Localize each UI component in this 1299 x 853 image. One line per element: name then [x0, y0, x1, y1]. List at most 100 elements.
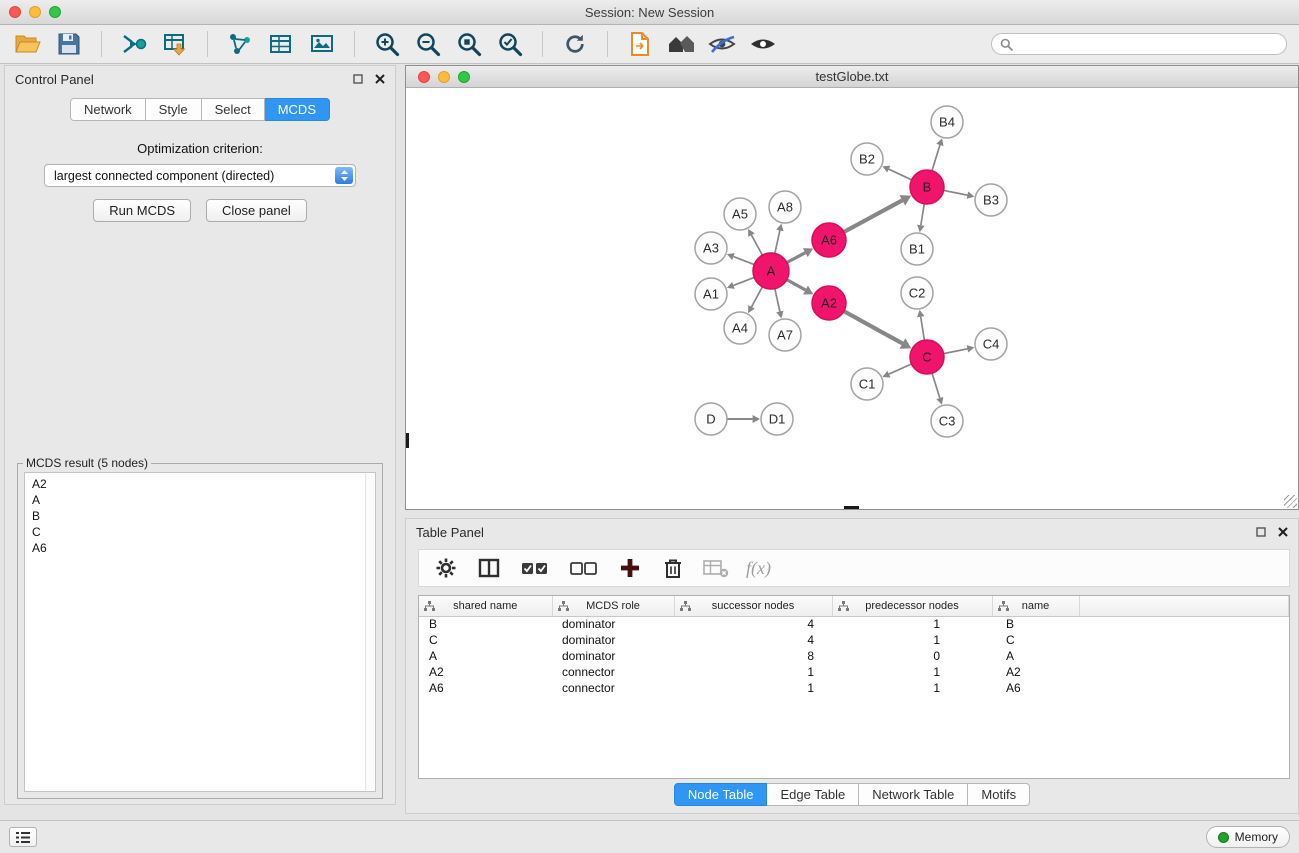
network-edge[interactable]: [733, 257, 754, 265]
minimize-button[interactable]: [29, 6, 41, 18]
network-node-C2[interactable]: C2: [901, 277, 933, 309]
network-node-mcds-A6[interactable]: A6: [812, 223, 846, 257]
panel-menu-button[interactable]: [9, 827, 37, 847]
network-edge[interactable]: [733, 277, 754, 285]
close-panel-button[interactable]: Close panel: [206, 199, 307, 222]
zoom-fit-button[interactable]: [453, 28, 485, 60]
column-header-predecessor-nodes[interactable]: predecessor nodes: [832, 596, 992, 616]
network-edge[interactable]: [944, 349, 968, 354]
network-canvas[interactable]: B4B2BB3A5A8A6A3AB1A1A2C2A4A7C4CC1C3DD1: [406, 88, 1298, 509]
table-settings-button[interactable]: [433, 555, 459, 581]
network-edge[interactable]: [844, 311, 903, 343]
network-node-C1[interactable]: C1: [851, 368, 883, 400]
select-all-columns-button[interactable]: [519, 555, 551, 581]
import-table-from-file-button[interactable]: [159, 28, 191, 60]
network-overview-button[interactable]: [665, 28, 697, 60]
maximize-button[interactable]: [49, 6, 61, 18]
network-node-D[interactable]: D: [695, 403, 727, 435]
float-table-panel-icon[interactable]: [1256, 527, 1266, 537]
mcds-result-item[interactable]: A: [32, 492, 368, 508]
network-edge[interactable]: [889, 364, 912, 374]
network-edge[interactable]: [921, 317, 925, 340]
deselect-all-columns-button[interactable]: [568, 555, 600, 581]
close-table-panel-icon[interactable]: [1278, 527, 1288, 537]
tab-edge-table[interactable]: Edge Table: [767, 783, 859, 806]
network-node-mcds-A[interactable]: A: [753, 253, 789, 289]
network-edge[interactable]: [844, 200, 902, 232]
network-edge[interactable]: [932, 373, 940, 398]
column-header-mcds-role[interactable]: MCDS role: [552, 596, 674, 616]
column-header-name[interactable]: name: [992, 596, 1079, 616]
close-button[interactable]: [9, 6, 21, 18]
tab-style[interactable]: Style: [146, 98, 202, 121]
network-edge[interactable]: [944, 190, 968, 195]
run-mcds-button[interactable]: Run MCDS: [93, 199, 191, 222]
network-edge[interactable]: [932, 145, 940, 171]
tab-mcds[interactable]: MCDS: [265, 98, 330, 121]
show-columns-button[interactable]: [476, 555, 502, 581]
search-field[interactable]: [991, 33, 1287, 55]
close-panel-icon[interactable]: [375, 74, 385, 84]
table-row[interactable]: Bdominator41B: [419, 616, 1289, 632]
tab-node-table[interactable]: Node Table: [674, 783, 768, 806]
network-edge[interactable]: [751, 287, 762, 307]
save-session-button[interactable]: [53, 28, 85, 60]
zoom-in-button[interactable]: [371, 28, 403, 60]
tab-network[interactable]: Network: [70, 98, 146, 121]
network-edge[interactable]: [775, 230, 780, 253]
network-edge[interactable]: [889, 169, 912, 180]
zoom-selected-button[interactable]: [494, 28, 526, 60]
open-file-button[interactable]: [12, 28, 44, 60]
export-image-button[interactable]: [306, 28, 338, 60]
network-node-mcds-C[interactable]: C: [910, 340, 944, 374]
network-edge[interactable]: [921, 204, 924, 225]
network-node-A5[interactable]: A5: [724, 198, 756, 230]
table-row[interactable]: Adominator80A: [419, 648, 1289, 664]
network-node-mcds-A2[interactable]: A2: [812, 286, 846, 320]
new-table-button[interactable]: [265, 28, 297, 60]
network-node-mcds-B[interactable]: B: [910, 170, 944, 204]
network-node-A3[interactable]: A3: [695, 232, 727, 264]
hide-graphics-details-button[interactable]: [706, 28, 738, 60]
network-node-B2[interactable]: B2: [851, 143, 883, 175]
network-edge[interactable]: [775, 289, 780, 312]
new-network-button[interactable]: [224, 28, 256, 60]
network-close-button[interactable]: [418, 71, 430, 83]
network-node-D1[interactable]: D1: [761, 403, 793, 435]
mcds-result-item[interactable]: A6: [32, 540, 368, 556]
network-node-A7[interactable]: A7: [769, 319, 801, 351]
delete-column-button[interactable]: [660, 555, 686, 581]
optimization-criterion-select[interactable]: largest connected component (directed): [44, 164, 356, 187]
resize-gripper[interactable]: [1284, 495, 1297, 508]
table-row[interactable]: Cdominator41C: [419, 632, 1289, 648]
search-input[interactable]: [1018, 37, 1278, 51]
import-network-from-file-button[interactable]: [118, 28, 150, 60]
add-column-button[interactable]: [617, 555, 643, 581]
column-header-successor-nodes[interactable]: successor nodes: [674, 596, 832, 616]
table-row[interactable]: A6connector11A6: [419, 680, 1289, 696]
show-graphics-details-button[interactable]: [747, 28, 779, 60]
mcds-result-item[interactable]: A2: [32, 476, 368, 492]
apply-layout-button[interactable]: [559, 28, 591, 60]
network-node-C4[interactable]: C4: [975, 328, 1007, 360]
result-list-scrollbar[interactable]: [365, 474, 374, 790]
network-edge[interactable]: [751, 235, 762, 255]
table-row[interactable]: A2connector11A2: [419, 664, 1289, 680]
network-minimize-button[interactable]: [438, 71, 450, 83]
memory-button[interactable]: Memory: [1206, 826, 1290, 848]
mcds-result-item[interactable]: C: [32, 524, 368, 540]
network-node-A1[interactable]: A1: [695, 278, 727, 310]
column-header-shared-name[interactable]: shared name: [419, 596, 552, 616]
vertical-scroll-indicator[interactable]: [406, 433, 409, 448]
tab-select[interactable]: Select: [202, 98, 265, 121]
open-document-button[interactable]: [624, 28, 656, 60]
network-maximize-button[interactable]: [458, 71, 470, 83]
zoom-out-button[interactable]: [412, 28, 444, 60]
tab-network-table[interactable]: Network Table: [859, 783, 968, 806]
mcds-result-item[interactable]: B: [32, 508, 368, 524]
horizontal-scroll-indicator[interactable]: [844, 506, 859, 509]
network-node-B1[interactable]: B1: [901, 233, 933, 265]
float-panel-icon[interactable]: [353, 74, 363, 84]
network-node-A8[interactable]: A8: [769, 191, 801, 223]
tab-motifs[interactable]: Motifs: [968, 783, 1030, 806]
